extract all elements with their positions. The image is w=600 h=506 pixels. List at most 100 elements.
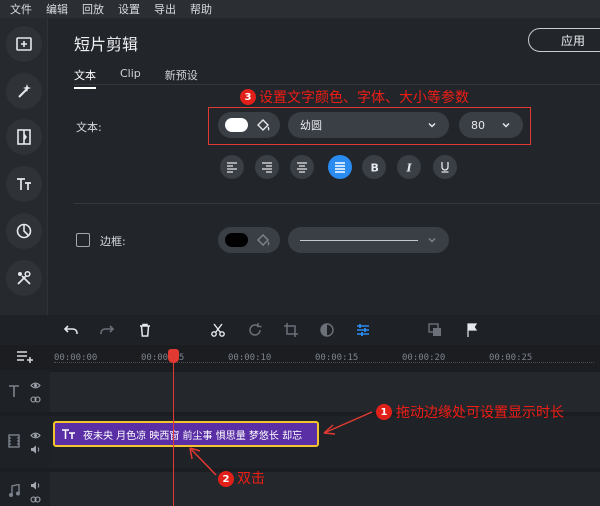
eye-icon[interactable] <box>30 430 41 441</box>
import-media-icon <box>16 37 32 51</box>
svg-text:I: I <box>406 162 413 174</box>
speaker-icon[interactable] <box>30 444 41 455</box>
page-title: 短片剪辑 <box>74 35 139 54</box>
titles-icon <box>62 429 75 439</box>
tab-text[interactable]: 文本 <box>74 67 96 89</box>
align-left-button[interactable] <box>220 155 244 179</box>
link-icon[interactable] <box>30 394 41 405</box>
chevron-down-icon <box>428 237 436 243</box>
text-settings-panel: 短片剪辑 应用 文本 Clip 新预设 文本: 幼圆 80 B I 边框: <box>48 18 600 315</box>
timeline-toolbar <box>0 315 600 345</box>
align-right-icon <box>262 162 272 173</box>
magic-wand-icon <box>18 84 31 98</box>
playhead-handle[interactable] <box>168 349 179 363</box>
align-right-button[interactable] <box>255 155 279 179</box>
overlay-button[interactable] <box>426 321 444 339</box>
border-checkbox[interactable] <box>76 233 90 247</box>
annotation-text-3: 设置文字颜色、字体、大小等参数 <box>259 90 469 106</box>
sidebar-import-button[interactable] <box>6 26 42 62</box>
redo-button[interactable] <box>98 321 116 339</box>
video-track-icon <box>8 434 20 448</box>
menu-export[interactable]: 导出 <box>154 1 176 17</box>
annotation-number-1: 1 <box>376 404 392 420</box>
clip-properties-button[interactable] <box>354 321 372 339</box>
fill-bucket-icon <box>257 234 270 246</box>
rotate-icon <box>249 323 262 336</box>
underline-icon <box>441 162 449 173</box>
sidebar-stickers-button[interactable] <box>6 213 42 249</box>
sidebar-titles-button[interactable] <box>6 166 42 202</box>
underline-button[interactable] <box>433 155 457 179</box>
eye-icon[interactable] <box>30 380 41 391</box>
border-line-preview <box>300 239 418 241</box>
annotation-number-3: 3 <box>240 89 256 105</box>
tab-clip[interactable]: Clip <box>120 67 141 89</box>
italic-icon: I <box>406 162 413 174</box>
tools-icon <box>17 270 31 285</box>
border-style-dropdown[interactable] <box>288 227 449 253</box>
delete-button[interactable] <box>136 321 154 339</box>
sliders-icon <box>357 324 369 336</box>
marker-button[interactable] <box>463 321 481 339</box>
annotation-box-3 <box>208 107 531 145</box>
sidebar <box>0 18 48 315</box>
section-divider <box>74 203 600 204</box>
menu-file[interactable]: 文件 <box>10 1 32 17</box>
align-left-icon <box>227 162 237 173</box>
sidebar-tools-button[interactable] <box>6 260 42 296</box>
menu-edit[interactable]: 编辑 <box>46 1 68 17</box>
time-ruler[interactable]: 00:00:00 00:00:05 00:00:10 00:00:15 00:0… <box>50 345 600 369</box>
title-clip-text: 夜未央 月色凉 映西窗 前尘事 惧思量 梦悠长 却忘 <box>83 430 303 442</box>
trash-icon <box>140 323 150 337</box>
border-label: 边框: <box>100 235 126 248</box>
audio-track-lane[interactable] <box>50 472 600 506</box>
italic-button[interactable]: I <box>397 155 421 179</box>
overlay-icon <box>428 323 441 336</box>
menu-settings[interactable]: 设置 <box>118 1 140 17</box>
undo-button[interactable] <box>62 321 80 339</box>
title-clip[interactable]: 夜未央 月色凉 映西窗 前尘事 惧思量 梦悠长 却忘 <box>53 421 319 447</box>
align-center-button[interactable] <box>290 155 314 179</box>
track-head-video <box>0 416 50 468</box>
annotation-number-2: 2 <box>218 471 234 487</box>
bold-button[interactable]: B <box>362 155 386 179</box>
svg-text:B: B <box>371 162 379 174</box>
speaker-icon[interactable] <box>30 480 41 491</box>
tab-bar: 文本 Clip 新预设 <box>74 67 198 89</box>
menu-help[interactable]: 帮助 <box>190 1 212 17</box>
transition-icon <box>17 129 31 145</box>
scissors-icon <box>211 323 225 337</box>
align-center-icon <box>297 162 307 173</box>
tab-presets[interactable]: 新预设 <box>165 67 198 89</box>
annotation-text-1: 拖动边缘处可设置显示时长 <box>396 405 564 421</box>
split-button[interactable] <box>209 321 227 339</box>
playhead-line <box>173 351 174 506</box>
ruler-dots <box>54 362 594 363</box>
menu-bar: 文件 编辑 回放 设置 导出 帮助 <box>0 0 600 18</box>
add-track-icon[interactable] <box>16 350 34 364</box>
align-justify-icon <box>335 162 345 173</box>
link-icon[interactable] <box>30 494 41 505</box>
crop-icon <box>284 323 298 337</box>
rotate-button[interactable] <box>246 321 264 339</box>
stickers-icon <box>16 223 32 239</box>
menu-playback[interactable]: 回放 <box>82 1 104 17</box>
undo-icon <box>63 325 78 334</box>
bold-icon: B <box>371 162 379 174</box>
annotation-text-2: 双击 <box>237 471 265 487</box>
color-adjust-button[interactable] <box>318 321 336 339</box>
redo-icon <box>100 325 115 334</box>
border-color-swatch <box>225 233 248 247</box>
align-justify-button[interactable] <box>328 155 352 179</box>
track-head-audio <box>0 472 50 506</box>
sidebar-transitions-button[interactable] <box>6 119 42 155</box>
flag-icon <box>467 323 478 337</box>
text-track-icon <box>9 385 19 397</box>
apply-button[interactable]: 应用 <box>528 28 600 52</box>
track-head-text <box>0 370 50 412</box>
crop-button[interactable] <box>282 321 300 339</box>
border-color-picker[interactable] <box>218 227 280 253</box>
titles-icon <box>17 178 31 190</box>
sidebar-effects-button[interactable] <box>6 73 42 109</box>
color-adjust-icon <box>320 323 334 337</box>
